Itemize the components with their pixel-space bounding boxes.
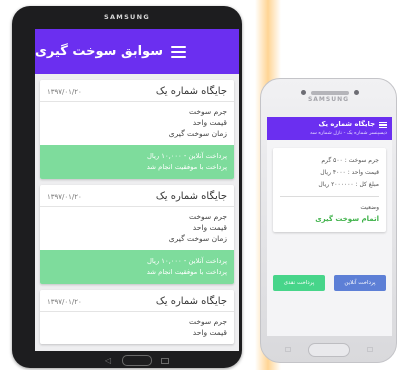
payment-result: پرداخت با موفقیت انجام شد xyxy=(146,163,227,171)
payment-buttons: پرداخت نقدی پرداخت آنلاین xyxy=(273,275,386,291)
hamburger-menu-icon[interactable] xyxy=(379,122,387,128)
camera-icon xyxy=(301,90,306,95)
back-nav-icon[interactable]: ◁ xyxy=(105,356,113,364)
station-title: جایگاه شماره یک xyxy=(318,120,375,128)
home-nav-icon[interactable] xyxy=(122,355,152,366)
card-station: جایگاه شماره یک xyxy=(155,296,227,307)
payment-amount: پرداخت آنلاین - ۱۰,۰۰۰ ریال xyxy=(146,257,227,265)
tablet-screen: سوابق سوخت گیری ۱۳۹۷/۰۱/۲۰ جایگاه شماره … xyxy=(35,29,239,351)
unit-price-label: قیمت واحد xyxy=(192,223,227,232)
history-card[interactable]: ۱۳۹۷/۰۱/۲۰ جایگاه شماره یک جرم سوخت قیمت… xyxy=(40,80,234,179)
fueling-time-label: زمان سوخت گیری xyxy=(168,129,227,138)
home-button[interactable] xyxy=(308,343,350,357)
fuel-mass-label: جرم سوخت xyxy=(189,212,227,221)
card-body: جرم سوخت قیمت واحد زمان سوخت گیری xyxy=(40,102,234,145)
fueling-details-card: جرم سوخت : ۵۰۰ گرم قیمت واحد : ۴۰۰۰ ریال… xyxy=(273,148,386,232)
card-station: جایگاه شماره یک xyxy=(155,191,227,202)
tablet-device: SAMSUNG سوابق سوخت گیری ۱۳۹۷/۰۱/۲۰ جایگا… xyxy=(12,6,242,368)
status-value: اتمام سوخت گیری xyxy=(315,215,379,223)
status-label: وضعیت xyxy=(360,204,379,211)
unit-price: قیمت واحد : ۴۰۰۰ ریال xyxy=(320,169,379,176)
card-date: ۱۳۹۷/۰۱/۲۰ xyxy=(47,192,82,201)
card-header: ۱۳۹۷/۰۱/۲۰ جایگاه شماره یک xyxy=(40,185,234,207)
divider xyxy=(280,196,379,197)
page-title: سوابق سوخت گیری xyxy=(35,44,163,59)
fuel-mass: جرم سوخت : ۵۰۰ گرم xyxy=(321,157,379,164)
card-date: ۱۳۹۷/۰۱/۲۰ xyxy=(47,297,82,306)
recent-apps-nav-icon[interactable] xyxy=(285,347,291,352)
card-body: جرم سوخت قیمت واحد xyxy=(40,312,234,344)
tablet-app-bar: سوابق سوخت گیری xyxy=(35,29,239,74)
history-card[interactable]: ۱۳۹۷/۰۱/۲۰ جایگاه شماره یک جرم سوخت قیمت… xyxy=(40,185,234,284)
history-card[interactable]: ۱۳۹۷/۰۱/۲۰ جایگاه شماره یک جرم سوخت قیمت… xyxy=(40,290,234,344)
card-body: جرم سوخت قیمت واحد زمان سوخت گیری xyxy=(40,207,234,250)
tablet-brand: SAMSUNG xyxy=(103,13,150,21)
hamburger-menu-icon[interactable] xyxy=(170,45,186,58)
recent-apps-nav-icon[interactable] xyxy=(161,357,169,364)
speaker-grille xyxy=(311,91,349,95)
card-date: ۱۳۹۷/۰۱/۲۰ xyxy=(47,87,82,96)
card-header: ۱۳۹۷/۰۱/۲۰ جایگاه شماره یک xyxy=(40,80,234,102)
online-payment-button[interactable]: پرداخت آنلاین xyxy=(334,275,386,291)
unit-price-label: قیمت واحد xyxy=(192,118,227,127)
fuel-mass-label: جرم سوخت xyxy=(189,107,227,116)
fueling-history-list: ۱۳۹۷/۰۱/۲۰ جایگاه شماره یک جرم سوخت قیمت… xyxy=(35,74,239,344)
payment-status-panel: پرداخت آنلاین - ۱۰,۰۰۰ ریال پرداخت با مو… xyxy=(40,250,234,284)
phone-brand: SAMSUNG xyxy=(307,96,350,103)
payment-amount: پرداخت آنلاین - ۱۰,۰۰۰ ریال xyxy=(146,152,227,160)
fueling-time-label: زمان سوخت گیری xyxy=(168,234,227,243)
sensor-icon xyxy=(354,90,359,95)
unit-price-label: قیمت واحد xyxy=(192,328,227,337)
total-amount: مبلغ کل : ۲۰۰۰۰۰۰ ریال xyxy=(318,181,379,188)
dispenser-subtitle: دیسپنسر شماره یک - نازل شماره سه xyxy=(310,130,387,136)
card-header: ۱۳۹۷/۰۱/۲۰ جایگاه شماره یک xyxy=(40,290,234,312)
card-station: جایگاه شماره یک xyxy=(155,86,227,97)
back-nav-icon[interactable] xyxy=(367,347,373,352)
phone-device: SAMSUNG جایگاه شماره یک دیسپنسر شماره یک… xyxy=(260,78,397,363)
tablet-nav-bar: ◁ xyxy=(35,353,239,368)
phone-app-bar: جایگاه شماره یک دیسپنسر شماره یک - نازل … xyxy=(267,117,392,140)
payment-status-panel: پرداخت آنلاین - ۱۰,۰۰۰ ریال پرداخت با مو… xyxy=(40,145,234,179)
cash-payment-button[interactable]: پرداخت نقدی xyxy=(273,275,325,291)
payment-result: پرداخت با موفقیت انجام شد xyxy=(146,268,227,276)
fuel-mass-label: جرم سوخت xyxy=(189,317,227,326)
phone-screen: جایگاه شماره یک دیسپنسر شماره یک - نازل … xyxy=(267,117,392,336)
